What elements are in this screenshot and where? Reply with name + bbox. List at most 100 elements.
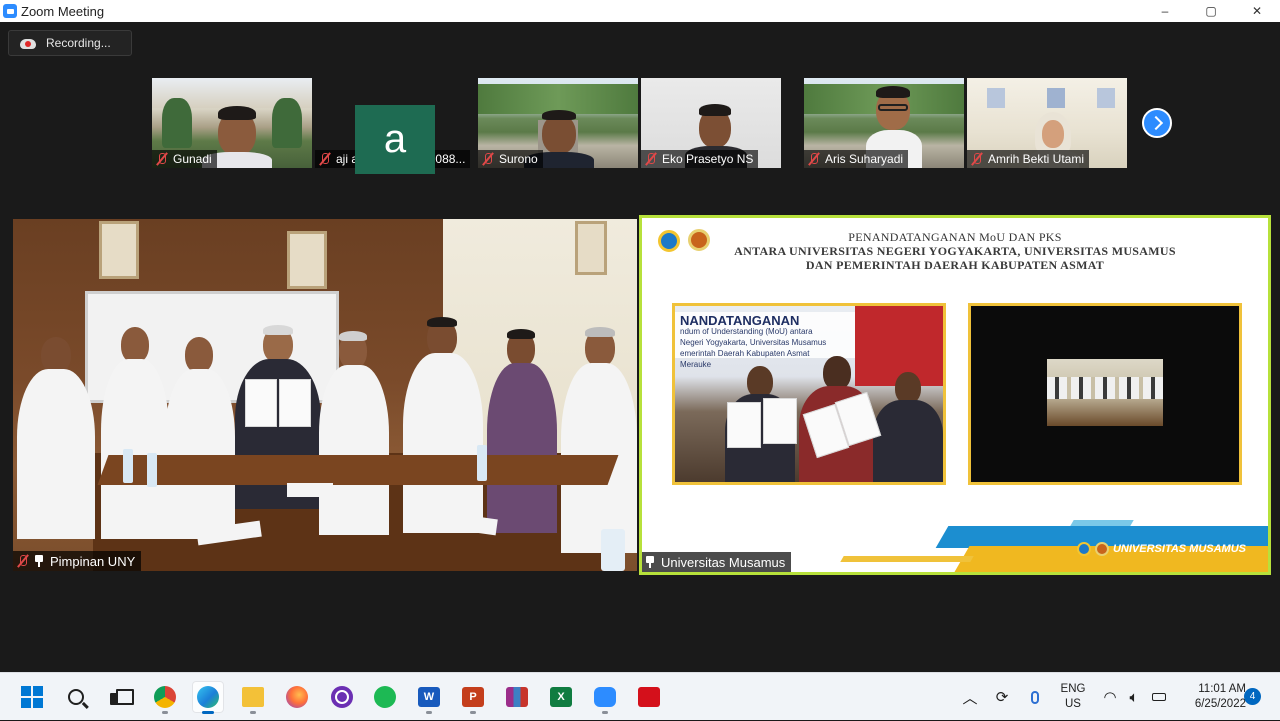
word-icon: W xyxy=(418,687,440,707)
slide-photo-zoom-screen xyxy=(968,303,1242,485)
acrobat-icon xyxy=(638,687,660,707)
participant-name-label: Eko Prasetyo NS xyxy=(641,150,759,168)
name-plate xyxy=(287,483,333,497)
slide-title-line1: PENANDATANGANAN MoU DAN PKS xyxy=(848,230,1062,244)
spotify-icon xyxy=(374,686,396,708)
video-name: Universitas Musamus xyxy=(661,554,786,570)
participant-name: Gunadi xyxy=(173,152,212,166)
water-bottle-image xyxy=(147,453,157,487)
show-hidden-icons-button[interactable]: ︿ xyxy=(960,673,980,721)
recording-indicator[interactable]: Recording... xyxy=(8,30,132,56)
next-participants-button[interactable] xyxy=(1142,108,1172,138)
taskbar-app-chrome[interactable] xyxy=(149,681,181,714)
signed-document-image xyxy=(763,398,797,444)
participant-avatar: a xyxy=(355,105,435,174)
title-bar: Zoom Meeting – ▢ ✕ xyxy=(0,0,1280,22)
slide-title-line2: ANTARA UNIVERSITAS NEGERI YOGYAKARTA, UN… xyxy=(734,244,1176,258)
folder-icon xyxy=(242,687,264,707)
taskbar-app-excel[interactable]: X xyxy=(545,681,577,713)
pin-icon xyxy=(645,556,655,568)
mic-muted-icon xyxy=(155,152,169,166)
search-button[interactable] xyxy=(60,681,92,713)
participant-name-label: Amrih Bekti Utami xyxy=(967,150,1090,168)
wall-decor xyxy=(987,88,1005,108)
participant-tile[interactable]: Amrih Bekti Utami xyxy=(967,78,1127,168)
participant-name-label: Aris Suharyadi xyxy=(804,150,909,168)
input-language-indicator[interactable]: ENG US xyxy=(1058,682,1088,712)
taskbar-app-podcast[interactable] xyxy=(326,681,358,713)
notification-badge[interactable]: 4 xyxy=(1244,688,1261,705)
water-bottle-image xyxy=(123,449,133,483)
banner-heading: NANDATANGANAN xyxy=(680,313,800,328)
video-name: Pimpinan UNY xyxy=(50,553,136,569)
clock-date: 6/25/2022 xyxy=(1194,698,1246,710)
person-figure xyxy=(165,337,235,539)
person-figure xyxy=(319,331,389,535)
task-view-button[interactable] xyxy=(104,681,136,713)
restore-button[interactable]: ▢ xyxy=(1188,0,1234,22)
person-figure xyxy=(561,327,637,553)
close-button[interactable]: ✕ xyxy=(1234,0,1280,22)
minimize-button[interactable]: – xyxy=(1142,0,1188,22)
participant-tile[interactable]: Surono xyxy=(478,78,638,168)
ministry-logo-icon xyxy=(1076,542,1091,556)
wifi-icon: ◠ xyxy=(1103,689,1117,706)
zoom-icon xyxy=(594,687,616,707)
slide-title-line3: DAN PEMERINTAH DAERAH KABUPATEN ASMAT xyxy=(805,258,1105,272)
mic-muted-icon xyxy=(807,152,821,166)
language-code: ENG xyxy=(1060,683,1086,695)
person-figure xyxy=(101,327,169,539)
participant-tile[interactable]: Eko Prasetyo NS xyxy=(641,78,781,168)
microphone-button[interactable] xyxy=(1024,673,1046,721)
participant-name: Eko Prasetyo NS xyxy=(662,152,754,166)
wall-decor xyxy=(1097,88,1115,108)
window-controls: – ▢ ✕ xyxy=(1142,0,1280,22)
taskbar-app-zoom[interactable] xyxy=(589,681,621,714)
taskbar-app-firefox[interactable] xyxy=(281,681,313,713)
taskbar-app-winrar[interactable] xyxy=(501,681,533,713)
archive-icon xyxy=(506,687,528,707)
taskbar-app-acrobat[interactable] xyxy=(633,681,665,713)
battery-icon xyxy=(1152,693,1166,701)
footer-stripe xyxy=(1070,520,1134,526)
wall-decor xyxy=(1047,88,1065,108)
footer-brand: UNIVERSITAS MUSAMUS xyxy=(1112,543,1246,555)
taskbar-app-spotify[interactable] xyxy=(369,681,401,713)
speaker-icon: 🔈︎ xyxy=(1129,688,1139,706)
taskbar-clock[interactable]: 11:01 AM 6/25/2022 xyxy=(1176,682,1246,712)
keyboard-region: US xyxy=(1065,698,1081,710)
firefox-icon xyxy=(286,686,308,708)
battery-button[interactable] xyxy=(1148,673,1170,721)
taskbar-app-edge[interactable] xyxy=(192,681,224,714)
volume-button[interactable]: 🔈︎ xyxy=(1124,673,1144,721)
portrait-frame xyxy=(287,231,327,289)
taskbar: W P X ︿ ⟳ ENG US ◠ 🔈︎ 11:01 AM 6/25/2022 xyxy=(0,672,1280,720)
participant-name-label: Surono xyxy=(478,150,543,168)
recording-label: Recording... xyxy=(46,36,111,50)
university-logo-icon xyxy=(1094,542,1109,556)
tree-image xyxy=(272,98,302,148)
clock-time: 11:01 AM xyxy=(1198,683,1246,695)
window-title: Zoom Meeting xyxy=(21,3,105,19)
sync-status-button[interactable]: ⟳ xyxy=(990,673,1014,721)
sync-icon: ⟳ xyxy=(995,689,1009,706)
participant-tile[interactable]: Aris Suharyadi xyxy=(804,78,964,168)
participant-tile[interactable]: Gunadi xyxy=(152,78,312,168)
tree-image xyxy=(162,98,192,148)
cloud-recording-icon xyxy=(20,37,36,49)
taskbar-app-file-explorer[interactable] xyxy=(237,681,269,714)
start-button[interactable] xyxy=(16,681,48,713)
slide-photo-banner: NANDATANGANAN ndum of Understanding (MoU… xyxy=(675,312,855,369)
person-figure xyxy=(873,372,943,482)
banner-line: Negeri Yogyakarta, Universitas Musamus xyxy=(680,338,827,347)
main-video-left[interactable]: Pimpinan UNY xyxy=(13,219,637,571)
participant-name: Amrih Bekti Utami xyxy=(988,152,1085,166)
podcast-icon xyxy=(331,686,353,708)
excel-icon: X xyxy=(550,687,572,707)
network-button[interactable]: ◠ xyxy=(1100,673,1120,721)
portrait-frame xyxy=(99,221,139,279)
footer-logo: UNIVERSITAS MUSAMUS xyxy=(1076,542,1246,556)
taskbar-app-powerpoint[interactable]: P xyxy=(457,681,489,714)
taskbar-app-word[interactable]: W xyxy=(413,681,445,714)
main-video-right[interactable]: PENANDATANGANAN MoU DAN PKS ANTARA UNIVE… xyxy=(639,215,1271,575)
